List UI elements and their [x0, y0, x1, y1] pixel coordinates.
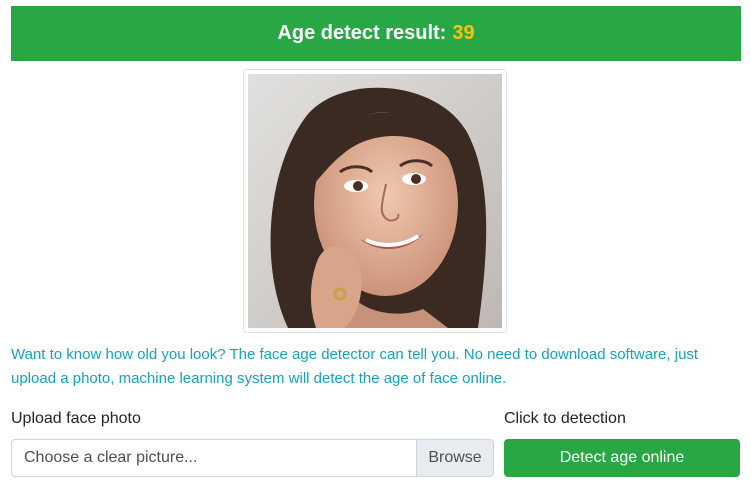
browse-button[interactable]: Browse [416, 440, 493, 476]
result-label: Age detect result: [277, 22, 447, 44]
result-banner: Age detect result: 39 [11, 6, 741, 61]
detect-label: Click to detection [504, 410, 626, 427]
upload-label: Upload face photo [11, 410, 141, 427]
result-age-value: 39 [452, 22, 475, 44]
file-upload-input[interactable]: Choose a clear picture... Browse [11, 439, 494, 477]
detect-age-button[interactable]: Detect age online [504, 439, 740, 477]
file-input-placeholder[interactable]: Choose a clear picture... [12, 440, 416, 476]
photo-frame [243, 69, 507, 333]
face-photo [248, 74, 502, 328]
description-text: Want to know how old you look? The face … [11, 346, 699, 387]
